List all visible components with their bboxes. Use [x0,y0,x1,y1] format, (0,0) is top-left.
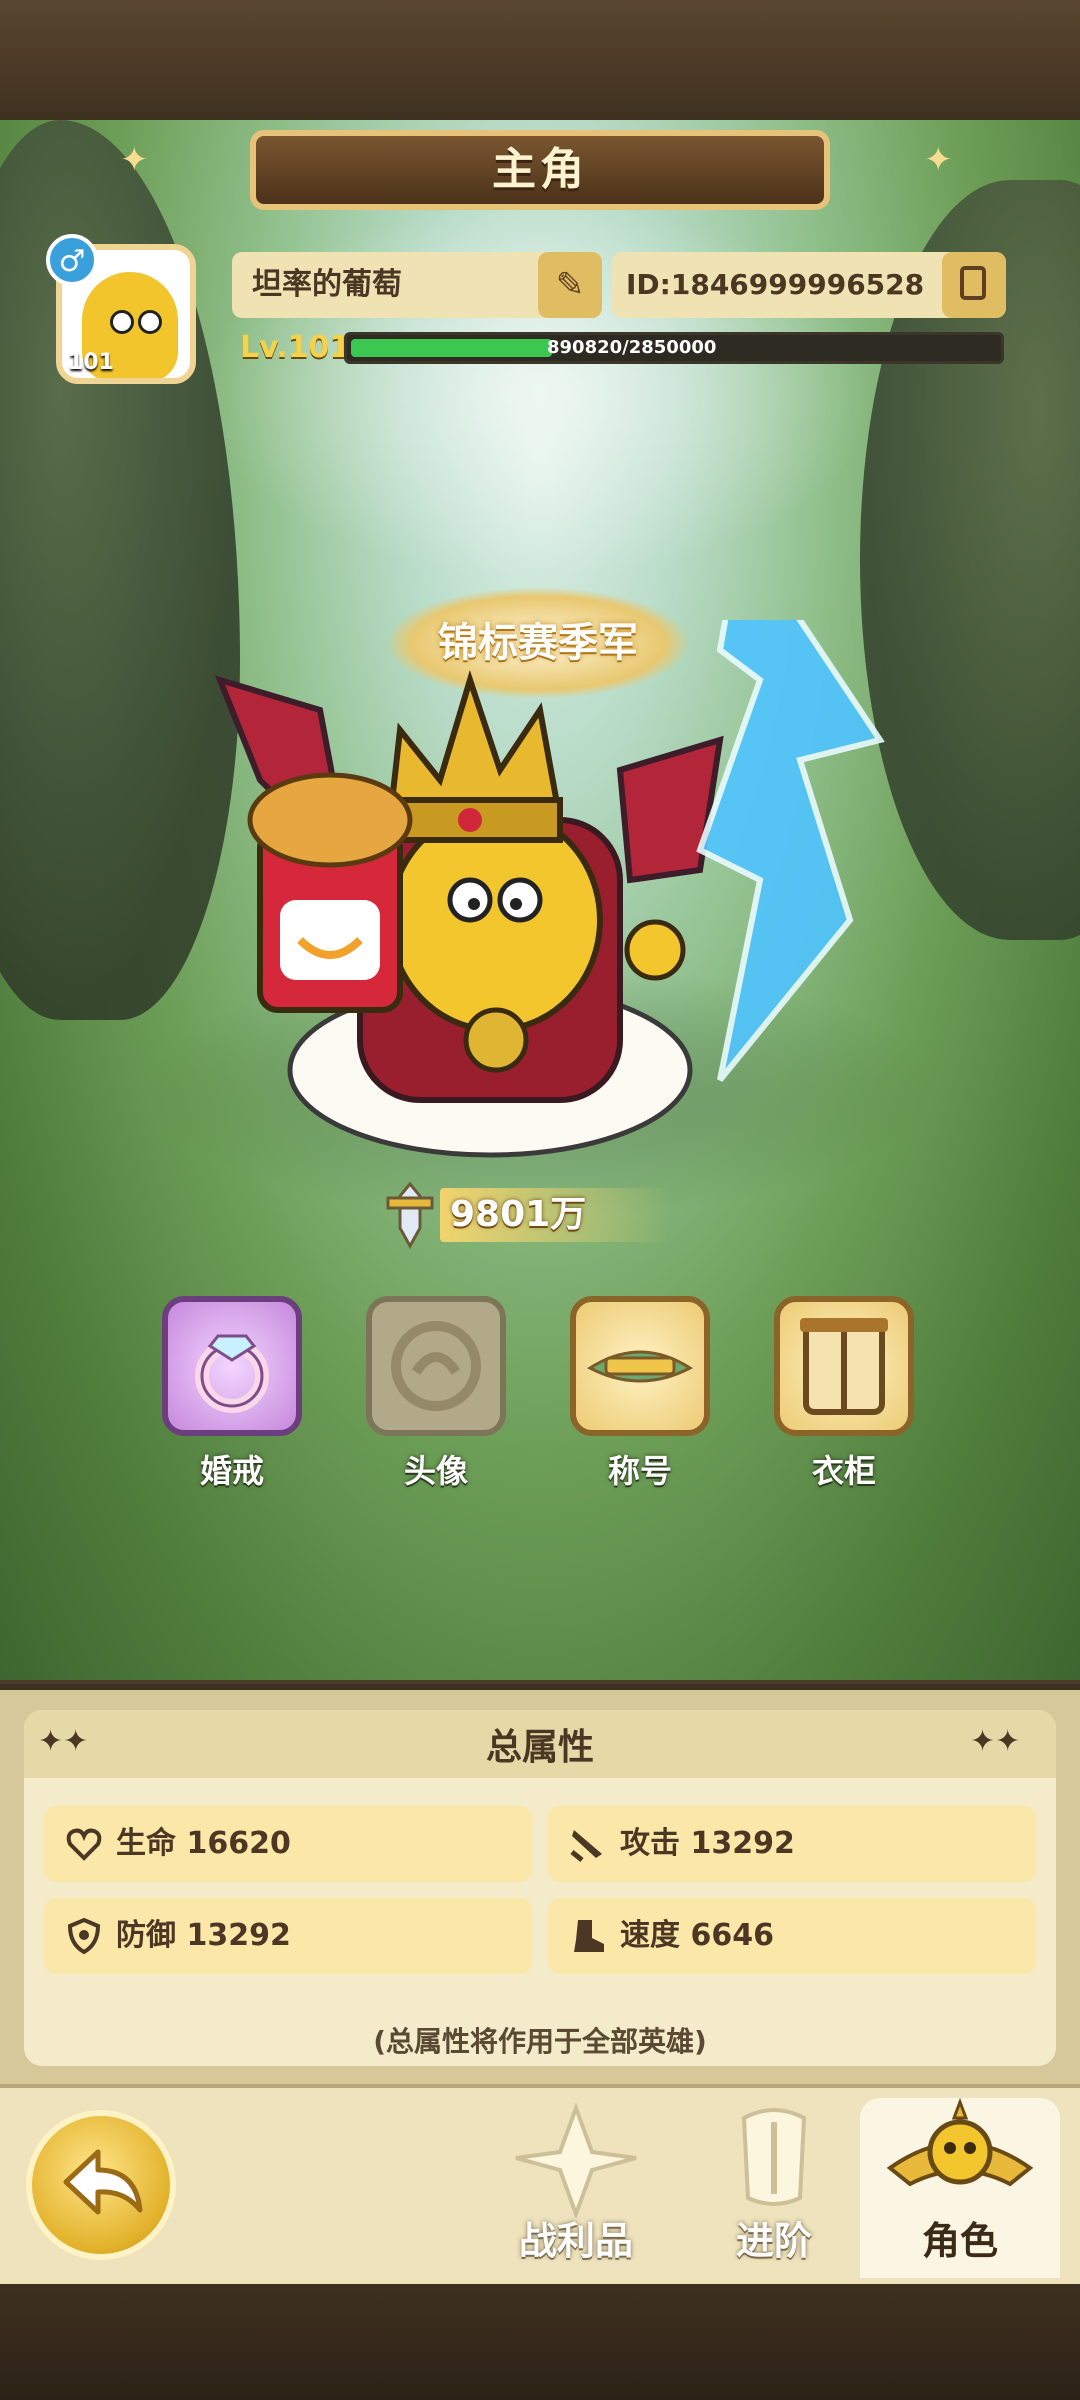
exp-text: 890820/2850000 [547,337,717,358]
wardrobe-label: 衣柜 [811,1452,876,1490]
exp-bar: 890820/2850000 [344,332,1004,364]
back-arrow-icon [63,2149,143,2215]
player-id-box: ID:1846999996528 [612,252,1006,318]
power-display: 9801万 [380,1180,680,1250]
attack-icon [570,1830,602,1862]
heart-icon [66,1828,102,1861]
title-banner: 主角 [250,120,830,220]
bottom-frame [0,2280,1080,2400]
attribute-defense: 防御 13292 [44,1898,532,1974]
shield-icon [67,1917,101,1955]
title-icon [587,1350,693,1383]
pencil-icon: ✎ [555,265,585,305]
player-level: Lv.101 [240,330,351,365]
avatar-frame-icon [391,1321,481,1411]
sparkle-icon: ✦ [120,140,149,180]
advance-icon [741,2108,807,2206]
ring-button[interactable] [162,1296,302,1436]
avatar-frame-label: 头像 [403,1452,468,1490]
sword-power-icon [386,1181,434,1250]
attributes-panel: ✦✦ ✦✦ 总属性 生命 16620 攻击 13292 防御 13292 速度 … [0,1684,1080,2090]
back-button[interactable] [26,2110,176,2260]
bottom-nav: 战利品 进阶 角色 [0,2084,1080,2284]
copy-id-button[interactable] [942,252,1006,318]
tab-character[interactable]: 角色 [860,2097,1060,2278]
tab-advance[interactable]: 进阶 [684,2098,864,2278]
attribute-speed: 速度 6646 [548,1898,1036,1974]
player-name-box: 坦率的葡萄 ✎ [232,252,602,318]
bat-wing-right [616,735,724,884]
avatar-level: 101 [68,350,114,375]
loot-icon [515,2102,637,2220]
copy-icon [960,266,986,300]
attribute-attack: 攻击 13292 [548,1806,1036,1882]
edit-name-button[interactable]: ✎ [538,252,602,318]
male-gender-icon: ♂ [46,234,98,286]
player-name: 坦率的葡萄 [252,267,402,302]
attributes-note: (总属性将作用于全部英雄) [373,2025,707,2058]
power-value: 9801万 [450,1194,587,1235]
boot-icon [574,1920,604,1952]
top-frame [0,0,1080,120]
page-title: 主角 [492,144,588,195]
tab-loot[interactable]: 战利品 [486,2098,666,2278]
lightning-spear [696,620,885,1082]
wardrobe-icon [800,1318,888,1415]
ring-icon [195,1334,269,1413]
attributes-title: 总属性 [485,1727,594,1768]
hero-character[interactable] [200,620,900,1180]
sparkle-icon: ✦ [924,140,953,180]
player-id: ID:1846999996528 [626,268,925,301]
character-icon [886,2097,1034,2187]
ring-label: 婚戒 [199,1452,264,1490]
wardrobe-button[interactable] [774,1296,914,1436]
title-label: 称号 [607,1452,672,1490]
exp-bar-fill [351,339,552,357]
attribute-hp: 生命 16620 [44,1806,532,1882]
title-button[interactable] [570,1296,710,1436]
avatar-frame-button[interactable] [366,1296,506,1436]
